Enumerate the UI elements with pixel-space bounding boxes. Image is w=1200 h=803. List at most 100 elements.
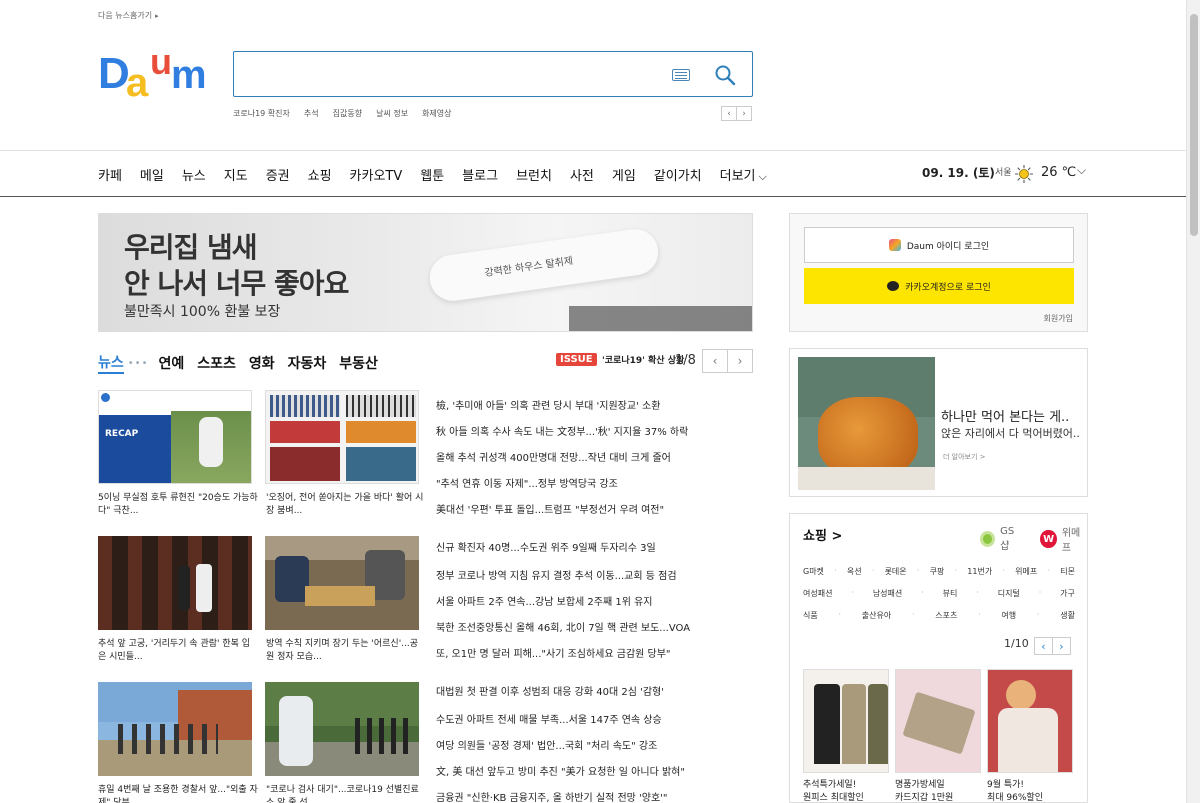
- news-headline[interactable]: 북한 조선중앙통신 올해 46회, 北이 7일 핵 관련 보도...VOA: [436, 619, 690, 634]
- news-caption[interactable]: 5이닝 무실점 호투 류현진 "20승도 가능하다" 극찬...: [98, 490, 258, 516]
- product-caption[interactable]: 명품가방세일 카드지갑 1만원: [895, 779, 953, 803]
- category-item[interactable]: 출산유아: [862, 610, 891, 621]
- nav-item-webtoon[interactable]: 웹툰: [420, 165, 444, 184]
- category-item[interactable]: 가구: [1060, 588, 1075, 599]
- nav-item-dictionary[interactable]: 사전: [570, 165, 594, 184]
- category-item[interactable]: 식품: [803, 610, 818, 621]
- ad-more[interactable]: 더 알아보기 >: [943, 452, 986, 462]
- nav-item-kakaotv[interactable]: 카카오TV: [350, 165, 403, 184]
- news-caption[interactable]: 휴일 4번째 날 조용한 경찰서 앞..."외출 자제" 당부...: [98, 782, 258, 803]
- news-caption[interactable]: 추석 앞 고궁, '거리두기 속 관람' 한복 입은 시민들...: [98, 636, 258, 662]
- product-caption[interactable]: 9월 특가! 최대 96%할인: [987, 779, 1043, 803]
- category-item[interactable]: 옥션: [847, 566, 862, 577]
- chevron-down-icon[interactable]: ⌵: [1077, 163, 1086, 178]
- keyword-item[interactable]: 추석: [304, 108, 319, 119]
- nav-item-together[interactable]: 같이가치: [654, 165, 702, 184]
- tab-entertainment[interactable]: 연예: [158, 353, 184, 373]
- news-headline[interactable]: 檢, '추미애 아들' 의혹 관련 당시 부대 '지원장교' 소환: [436, 397, 660, 412]
- keyword-item[interactable]: 날씨 정보: [376, 108, 408, 119]
- banner-ad[interactable]: 우리집 냄새 안 나서 너무 좋아요 불만족시 100% 환불 보장 강력한 하…: [98, 213, 753, 332]
- product-image-1[interactable]: [803, 669, 889, 773]
- keyword-item[interactable]: 화제영상: [422, 108, 451, 119]
- category-item[interactable]: 쿠팡: [930, 566, 945, 577]
- category-item[interactable]: 남성패션: [873, 588, 902, 599]
- nav-item-stock[interactable]: 증권: [266, 165, 290, 184]
- category-item[interactable]: G마켓: [803, 566, 824, 577]
- partner-wemakeprice[interactable]: 위메프: [1062, 524, 1087, 554]
- nav-item-shopping[interactable]: 쇼핑: [308, 165, 332, 184]
- weather-location[interactable]: 서울: [995, 165, 1012, 178]
- prev-arrow-icon[interactable]: ‹: [1034, 637, 1053, 655]
- nav-item-mail[interactable]: 메일: [140, 165, 164, 184]
- issue-link[interactable]: '코로나19' 확산 상황: [602, 353, 684, 366]
- daum-login-button[interactable]: Daum 아이디 로그인: [804, 227, 1074, 263]
- top-link[interactable]: 다음 뉴스홈가기 ▸: [98, 10, 159, 21]
- news-thumb-6[interactable]: [265, 682, 419, 776]
- scrollbar[interactable]: [1186, 0, 1200, 803]
- news-caption[interactable]: '오징어, 전어 쏟아지는 가을 바다' 활어 시장 붐벼...: [266, 490, 426, 516]
- kakao-login-button[interactable]: 카카오계정으로 로그인: [804, 268, 1074, 304]
- prev-arrow-icon[interactable]: ‹: [721, 106, 737, 121]
- keyword-item[interactable]: 집값동향: [333, 108, 362, 119]
- category-item[interactable]: 여성패션: [803, 588, 832, 599]
- news-headline[interactable]: 올해 추석 귀성객 400만명대 전망...작년 대비 크게 줄어: [436, 449, 671, 464]
- product-image-2[interactable]: [895, 669, 981, 773]
- news-headline[interactable]: 수도권 아파트 전세 매물 부족...서울 147주 연속 상승: [436, 711, 662, 726]
- tab-realestate[interactable]: 부동산: [339, 353, 378, 373]
- news-caption[interactable]: 방역 수칙 지키며 장기 두는 '어르신'...공원 정자 모습...: [266, 636, 426, 662]
- news-headline[interactable]: 秋 아들 의혹 수사 속도 내는 文정부...'秋' 지지율 37% 하락: [436, 423, 688, 438]
- news-headline[interactable]: 文, 美 대선 앞두고 방미 추진 "美가 요청한 일 아니다 밝혀": [436, 763, 685, 778]
- category-item[interactable]: 디지털: [998, 588, 1020, 599]
- category-item[interactable]: 스포츠: [935, 610, 957, 621]
- tab-news[interactable]: 뉴스: [98, 352, 124, 374]
- tab-car[interactable]: 자동차: [288, 353, 327, 373]
- category-item[interactable]: 생활: [1060, 610, 1075, 621]
- search-input[interactable]: [244, 60, 664, 88]
- news-headline[interactable]: "추석 연휴 이동 자제"...정부 방역당국 강조: [436, 475, 618, 490]
- news-thumb-2[interactable]: [265, 390, 419, 484]
- news-headline[interactable]: 서울 아파트 2주 연속...강남 보합세 2주째 1위 유지: [436, 593, 652, 608]
- keyboard-icon[interactable]: [672, 69, 690, 81]
- shopping-title[interactable]: 쇼핑 >: [803, 525, 842, 544]
- nav-item-brunch[interactable]: 브런치: [516, 165, 552, 184]
- scrollbar-thumb[interactable]: [1190, 14, 1198, 236]
- news-headline[interactable]: 정부 코로나 방역 지침 유지 결정 추석 이동...교회 등 점검: [436, 567, 677, 582]
- category-item[interactable]: 11번가: [967, 566, 992, 577]
- category-item[interactable]: 뷰티: [943, 588, 958, 599]
- next-arrow-icon[interactable]: ›: [1052, 637, 1071, 655]
- product-caption[interactable]: 추석특가세일! 원피스 최대할인: [803, 779, 864, 803]
- news-headline[interactable]: 신규 확진자 40명...수도권 위주 9일째 두자리수 3일: [436, 539, 656, 554]
- next-arrow-icon[interactable]: ›: [727, 349, 753, 373]
- signup-link[interactable]: 회원가입: [1044, 313, 1073, 324]
- news-thumb-4[interactable]: [265, 536, 419, 630]
- product-image-3[interactable]: [987, 669, 1073, 773]
- side-ad[interactable]: 하나만 먹어 본다는 게.. 앉은 자리에서 다 먹어버렸어.. 더 알아보기 …: [789, 348, 1088, 497]
- nav-item-game[interactable]: 게임: [612, 165, 636, 184]
- news-headline[interactable]: 여당 의원들 '공정 경제' 법안...국회 "처리 속도" 강조: [436, 737, 657, 752]
- next-arrow-icon[interactable]: ›: [736, 106, 752, 121]
- news-thumb-3[interactable]: [98, 536, 252, 630]
- tab-sports[interactable]: 스포츠: [197, 353, 236, 373]
- news-headline[interactable]: 대법원 첫 판결 이후 성범죄 대응 강화 40대 2심 '감형': [436, 683, 664, 698]
- daum-logo[interactable]: D a u m: [98, 48, 214, 100]
- nav-item-news[interactable]: 뉴스: [182, 165, 206, 184]
- partner-gs[interactable]: GS샵: [1000, 526, 1021, 552]
- news-headline[interactable]: 금융권 "신한·KB 금융지주, 올 하반기 실적 전망 '양호'": [436, 789, 668, 803]
- nav-item-blog[interactable]: 블로그: [462, 165, 498, 184]
- nav-item-more[interactable]: 더보기: [720, 165, 767, 184]
- news-headline[interactable]: 또, 오1만 명 달러 피해..."사기 조심하세요 금감원 당부": [436, 645, 671, 660]
- tab-movie[interactable]: 영화: [249, 353, 275, 373]
- category-item[interactable]: 여행: [1001, 610, 1016, 621]
- news-headline[interactable]: 美대선 '우편' 투표 돌입...트럼프 "부정선거 우려 여전": [436, 501, 664, 516]
- news-thumb-1[interactable]: RECAP: [98, 390, 252, 484]
- nav-item-cafe[interactable]: 카페: [98, 165, 122, 184]
- news-caption[interactable]: "코로나 검사 대기"...코로나19 선별진료소 앞 줄 선...: [266, 782, 426, 803]
- prev-arrow-icon[interactable]: ‹: [702, 349, 728, 373]
- category-item[interactable]: 티몬: [1060, 566, 1075, 577]
- search-icon[interactable]: [714, 64, 736, 86]
- category-item[interactable]: 롯데온: [885, 566, 907, 577]
- keyword-item[interactable]: 코로나19 확진자: [233, 108, 290, 119]
- category-item[interactable]: 위메프: [1015, 566, 1037, 577]
- nav-item-map[interactable]: 지도: [224, 165, 248, 184]
- news-thumb-5[interactable]: [98, 682, 252, 776]
